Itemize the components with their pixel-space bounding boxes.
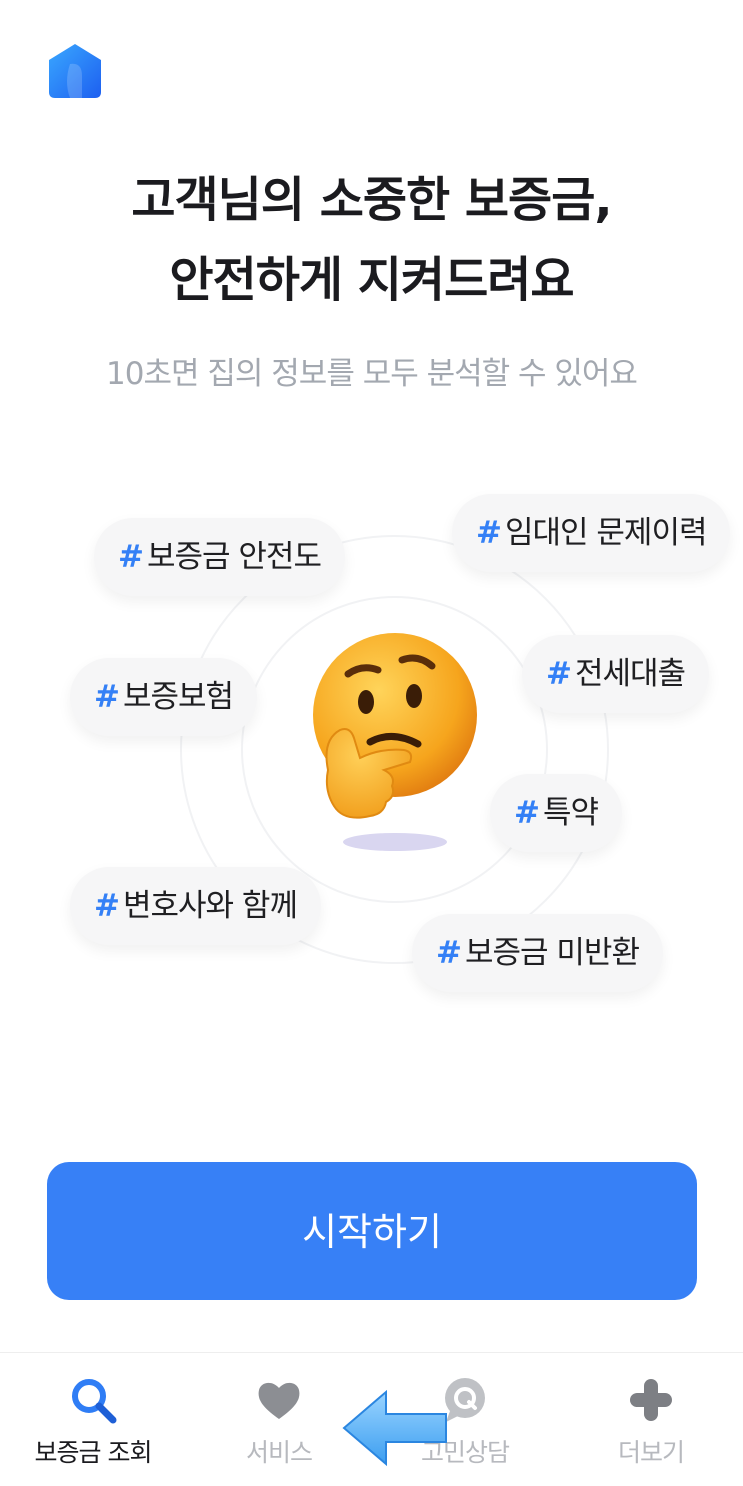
tag-label: 전세대출 (574, 656, 686, 692)
headline: 고객님의 소중한 보증금, 안전하게 지켜드려요 (0, 160, 743, 320)
tag-chip: # 특약 (490, 774, 623, 852)
tag-chip: # 보증금 미반환 (412, 914, 663, 992)
heart-icon (258, 1382, 300, 1419)
tag-label: 임대인 문제이력 (504, 515, 707, 551)
tag-chip: # 전세대출 (522, 635, 710, 713)
tag-chip: # 변호사와 함께 (70, 867, 321, 945)
tag-label: 보증금 미반환 (464, 935, 640, 971)
tab-more[interactable]: 더보기 (558, 1353, 743, 1486)
headline-line-1: 고객님의 소중한 보증금, (131, 172, 612, 228)
headline-line-2: 안전하게 지켜드려요 (169, 252, 574, 308)
pointer-arrow-icon (342, 1389, 447, 1467)
hash-mark: # (476, 515, 502, 551)
tab-label: 더보기 (617, 1438, 685, 1467)
start-button[interactable]: 시작하기 (47, 1162, 697, 1300)
search-icon (72, 1379, 117, 1424)
tag-label: 보증보험 (122, 679, 234, 715)
tag-label: 변호사와 함께 (122, 888, 298, 924)
thinking-face-icon (313, 633, 477, 851)
plus-icon (630, 1379, 672, 1421)
tag-label: 특약 (542, 795, 599, 831)
tag-label: 보증금 안전도 (146, 539, 322, 575)
hash-mark: # (94, 888, 120, 924)
tag-chip: # 보증금 안전도 (94, 518, 345, 596)
tag-chip: # 보증보험 (70, 658, 258, 736)
subtitle: 10초면 집의 정보를 모두 분석할 수 있어요 (106, 356, 638, 392)
app-logo-icon (49, 44, 101, 98)
hash-mark: # (436, 935, 462, 971)
hash-mark: # (94, 679, 120, 715)
tab-label: 보증금 조회 (34, 1438, 153, 1467)
hash-mark: # (514, 795, 540, 831)
hash-mark: # (546, 656, 572, 692)
hash-mark: # (118, 539, 144, 575)
tab-deposit-check[interactable]: 보증금 조회 (0, 1353, 186, 1486)
tag-chip: # 임대인 문제이력 (452, 494, 731, 572)
